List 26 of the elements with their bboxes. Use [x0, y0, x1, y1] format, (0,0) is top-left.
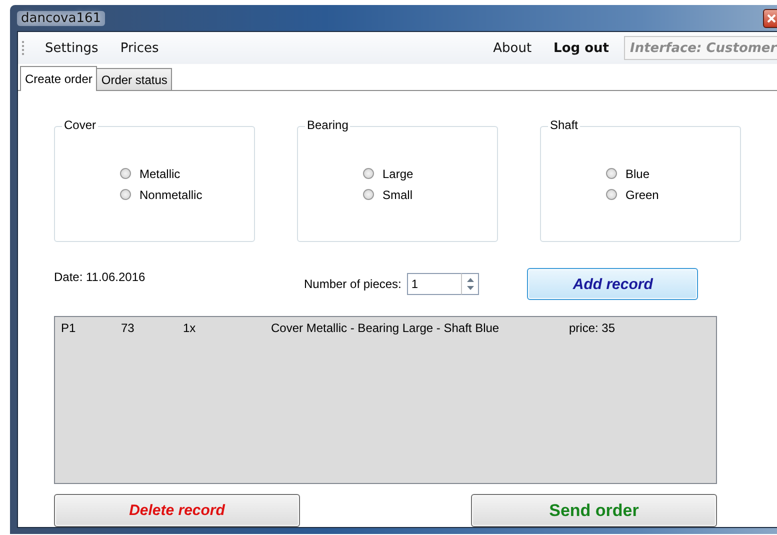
- menu-item[interactable]: Settings: [34, 40, 110, 56]
- tab[interactable]: Create order: [20, 66, 98, 91]
- pieces-field[interactable]: 1: [407, 273, 462, 295]
- radio-label: Large: [382, 166, 414, 180]
- record-cell-text: price: 35: [569, 321, 616, 335]
- pieces-label: Number of pieces:: [304, 277, 402, 291]
- tab[interactable]: Order status: [96, 68, 172, 90]
- add-record-button[interactable]: Add record: [527, 268, 698, 300]
- record-cell-text: Cover Metallic - Bearing Large - Shaft Blue: [271, 321, 500, 335]
- menu-item[interactable]: About: [482, 40, 543, 56]
- menu-item[interactable]: Log out: [542, 40, 620, 56]
- record-cell-text: 73: [121, 321, 136, 335]
- group-title: Shaft: [548, 118, 580, 132]
- radio-label: Nonmetallic: [140, 188, 202, 202]
- radio-label: Blue: [626, 166, 650, 180]
- menu-item[interactable]: Prices: [109, 40, 170, 56]
- delete-record-button[interactable]: Delete record: [54, 494, 300, 527]
- radio-label: Metallic: [140, 166, 180, 180]
- date-label: Date: 11.06.2016: [54, 270, 146, 284]
- send-order-button[interactable]: Send order: [471, 494, 717, 527]
- group-title: Bearing: [305, 118, 350, 132]
- radio-label: Green: [626, 188, 659, 202]
- radio-label: Small: [382, 188, 413, 202]
- record-cell-text: P1: [61, 321, 77, 335]
- group-title: Cover: [62, 118, 98, 132]
- record-cell-text: 1x: [183, 321, 197, 335]
